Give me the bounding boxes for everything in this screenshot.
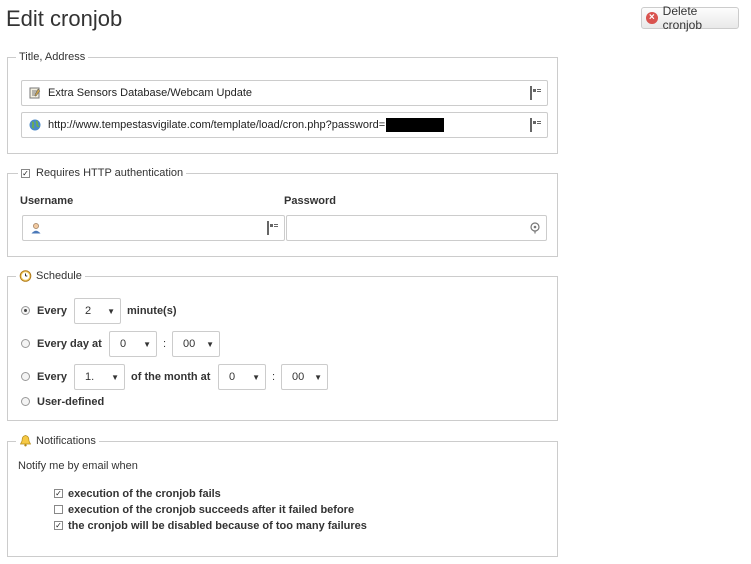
card-icon[interactable] (267, 221, 280, 235)
user-defined-label: User-defined (37, 396, 105, 408)
schedule-legend: Schedule (16, 269, 85, 282)
every-day-radio[interactable] (21, 339, 30, 348)
every-month-label: Every (37, 371, 67, 383)
key-icon[interactable] (529, 222, 542, 234)
minutes-unit-label: minute(s) (127, 305, 177, 317)
month-hour-select[interactable]: 0 ▼ (218, 364, 266, 390)
url-input-value: http://www.tempestasvigilate.com/templat… (48, 119, 386, 131)
notify-recover-checkbox[interactable] (54, 505, 63, 514)
day-hour-value: 0 (120, 338, 127, 350)
password-input[interactable] (286, 215, 547, 241)
title-input[interactable]: Extra Sensors Database/Webcam Update (21, 80, 548, 106)
chevron-down-icon: ▼ (206, 340, 214, 349)
of-month-label: of the month at (131, 371, 211, 383)
month-minute-select[interactable]: 00 ▼ (281, 364, 328, 390)
notify-fail-label: execution of the cronjob fails (68, 488, 221, 500)
day-time-colon: : (163, 338, 167, 350)
notify-disabled-label: the cronjob will be disabled because of … (68, 520, 367, 532)
notifications-legend-label: Notifications (36, 434, 96, 447)
month-minute-value: 00 (292, 371, 305, 383)
chevron-down-icon: ▼ (252, 373, 260, 382)
every-minutes-label: Every (37, 305, 67, 317)
auth-legend[interactable]: ✓ Requires HTTP authentication (18, 167, 187, 179)
every-minutes-select[interactable]: 2 ▼ (74, 298, 121, 324)
notify-fail-checkbox[interactable]: ✓ (54, 489, 63, 498)
username-label: Username (20, 195, 74, 207)
auth-legend-label: Requires HTTP authentication (36, 167, 184, 179)
password-label: Password (284, 195, 336, 207)
title-input-value: Extra Sensors Database/Webcam Update (48, 87, 253, 99)
delete-cronjob-label: Delete cronjob (662, 4, 703, 32)
card-icon[interactable] (530, 86, 543, 100)
note-icon (28, 86, 42, 100)
auth-checkbox[interactable]: ✓ (21, 168, 30, 178)
chevron-down-icon: ▼ (143, 340, 151, 349)
every-minutes-value: 2 (85, 305, 92, 317)
day-hour-select[interactable]: 0 ▼ (109, 331, 157, 357)
every-month-radio[interactable] (21, 372, 30, 381)
username-input[interactable] (22, 215, 285, 241)
notify-disabled-checkbox[interactable]: ✓ (54, 521, 63, 530)
delete-cronjob-button[interactable]: × Delete cronjob (641, 4, 739, 32)
user-defined-radio[interactable] (21, 397, 30, 406)
every-day-label: Every day at (37, 338, 102, 350)
delete-icon: × (646, 12, 658, 24)
globe-icon (28, 118, 42, 132)
bell-icon (19, 434, 32, 447)
notify-intro: Notify me by email when (18, 460, 138, 472)
month-day-value: 1. (85, 371, 95, 383)
day-minute-value: 00 (183, 338, 196, 350)
clock-icon (19, 269, 32, 282)
schedule-legend-label: Schedule (36, 269, 82, 282)
redacted-password (386, 118, 445, 132)
every-minutes-radio[interactable] (21, 306, 30, 315)
title-address-legend: Title, Address (16, 51, 89, 63)
month-time-colon: : (272, 371, 276, 383)
card-icon[interactable] (530, 118, 543, 132)
month-hour-value: 0 (229, 371, 236, 383)
chevron-down-icon: ▼ (314, 373, 322, 382)
url-input[interactable]: http://www.tempestasvigilate.com/templat… (21, 112, 548, 138)
user-icon (29, 221, 43, 235)
month-day-select[interactable]: 1. ▼ (74, 364, 125, 390)
page-title: Edit cronjob (6, 6, 123, 31)
notify-recover-label: execution of the cronjob succeeds after … (68, 504, 355, 516)
chevron-down-icon: ▼ (111, 373, 119, 382)
day-minute-select[interactable]: 00 ▼ (172, 331, 220, 357)
notifications-legend: Notifications (16, 434, 99, 447)
chevron-down-icon: ▼ (107, 307, 115, 316)
